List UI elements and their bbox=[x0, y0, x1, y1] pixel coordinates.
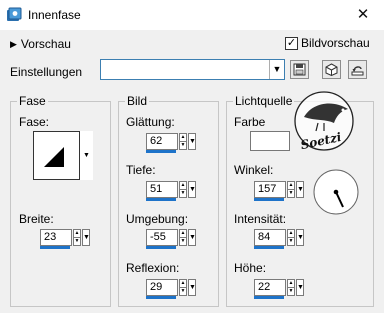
lichtquelle-group-title: Lichtquelle bbox=[233, 94, 295, 108]
reflexion-spinner[interactable]: 29 ▲ ▼ ▼ bbox=[146, 279, 196, 299]
winkel-input[interactable]: 157 bbox=[254, 181, 286, 201]
close-button[interactable]: ✕ bbox=[348, 4, 378, 26]
reset-icon bbox=[351, 66, 364, 76]
bildvorschau-checkbox[interactable]: ✓ Bildvorschau bbox=[285, 36, 370, 50]
spinner-dropdown-icon[interactable]: ▼ bbox=[296, 181, 304, 198]
breite-label: Breite: bbox=[19, 212, 54, 226]
reflexion-input[interactable]: 29 bbox=[146, 279, 178, 299]
bild-group bbox=[118, 101, 219, 307]
window-title: Innenfase bbox=[28, 8, 81, 22]
spinner-arrows-icon[interactable]: ▲ ▼ bbox=[287, 279, 295, 296]
bildvorschau-label: Bildvorschau bbox=[301, 36, 370, 50]
watermark-stamp: Soetzi bbox=[288, 83, 358, 155]
winkel-spinner[interactable]: 157 ▲ ▼ ▼ bbox=[254, 181, 304, 201]
breite-spinner[interactable]: 23 ▲ ▼ ▼ bbox=[40, 229, 90, 249]
preview-toggle-label: Vorschau bbox=[20, 37, 71, 51]
close-icon: ✕ bbox=[356, 6, 370, 23]
breite-input[interactable]: 23 bbox=[40, 229, 72, 249]
spinner-dropdown-icon[interactable]: ▼ bbox=[296, 279, 304, 296]
glaettung-label: Glättung: bbox=[126, 115, 175, 129]
spinner-arrows-icon[interactable]: ▲ ▼ bbox=[179, 229, 187, 246]
tiefe-input[interactable]: 51 bbox=[146, 181, 178, 201]
hoehe-input[interactable]: 22 bbox=[254, 279, 286, 299]
spinner-arrows-icon[interactable]: ▲ ▼ bbox=[287, 229, 295, 246]
app-icon bbox=[6, 7, 22, 23]
reflexion-label: Reflexion: bbox=[126, 261, 180, 275]
intensitaet-input[interactable]: 84 bbox=[254, 229, 286, 249]
glaettung-spinner[interactable]: 62 ▲ ▼ ▼ bbox=[146, 133, 196, 153]
settings-combo[interactable]: ▼ bbox=[100, 59, 285, 80]
intensitaet-spinner[interactable]: 84 ▲ ▼ ▼ bbox=[254, 229, 304, 249]
umgebung-input[interactable]: -55 bbox=[146, 229, 178, 249]
glaettung-input[interactable]: 62 bbox=[146, 133, 178, 153]
spinner-arrows-icon[interactable]: ▲ ▼ bbox=[287, 181, 295, 198]
checkbox-check-icon[interactable]: ✓ bbox=[285, 36, 298, 50]
spinner-dropdown-icon[interactable]: ▼ bbox=[188, 229, 196, 246]
fase-dropdown-arrow-icon[interactable]: ▼ bbox=[79, 131, 93, 180]
spinner-dropdown-icon[interactable]: ▼ bbox=[188, 133, 196, 150]
spinner-arrows-icon[interactable]: ▲ ▼ bbox=[179, 133, 187, 150]
save-preset-button[interactable] bbox=[290, 60, 309, 79]
spinner-arrows-icon[interactable]: ▲ ▼ bbox=[73, 229, 81, 246]
tiefe-label: Tiefe: bbox=[126, 163, 156, 177]
tiefe-spinner[interactable]: 51 ▲ ▼ ▼ bbox=[146, 181, 196, 201]
spinner-dropdown-icon[interactable]: ▼ bbox=[296, 229, 304, 246]
angle-dial-icon[interactable] bbox=[312, 168, 360, 216]
intensitaet-label: Intensität: bbox=[234, 212, 287, 226]
hoehe-spinner[interactable]: 22 ▲ ▼ ▼ bbox=[254, 279, 304, 299]
random-button[interactable] bbox=[322, 60, 341, 79]
settings-label: Einstellungen bbox=[10, 65, 83, 79]
fase-label: Fase: bbox=[19, 115, 50, 129]
reset-button[interactable] bbox=[348, 60, 367, 79]
spinner-arrows-icon[interactable]: ▲ ▼ bbox=[179, 279, 187, 296]
spinner-arrows-icon[interactable]: ▲ ▼ bbox=[179, 181, 187, 198]
hoehe-label: Höhe: bbox=[234, 261, 267, 275]
fase-group-title: Fase bbox=[17, 94, 48, 108]
farbe-label: Farbe bbox=[234, 115, 266, 129]
spinner-dropdown-icon[interactable]: ▼ bbox=[188, 181, 196, 198]
preview-toggle[interactable]: ▶ Vorschau bbox=[10, 37, 71, 51]
bevel-shape-icon bbox=[44, 147, 64, 167]
winkel-label: Winkel: bbox=[234, 163, 274, 177]
bild-group-title: Bild bbox=[125, 94, 150, 108]
save-icon bbox=[293, 63, 306, 76]
umgebung-spinner[interactable]: -55 ▲ ▼ ▼ bbox=[146, 229, 196, 249]
spinner-dropdown-icon[interactable]: ▼ bbox=[82, 229, 90, 246]
dice-icon bbox=[325, 63, 338, 76]
spinner-dropdown-icon[interactable]: ▼ bbox=[188, 279, 196, 296]
umgebung-label: Umgebung: bbox=[126, 212, 189, 226]
light-color-swatch[interactable] bbox=[250, 131, 290, 151]
chevron-down-icon[interactable]: ▼ bbox=[269, 60, 284, 79]
chevron-right-icon: ▶ bbox=[10, 38, 17, 49]
